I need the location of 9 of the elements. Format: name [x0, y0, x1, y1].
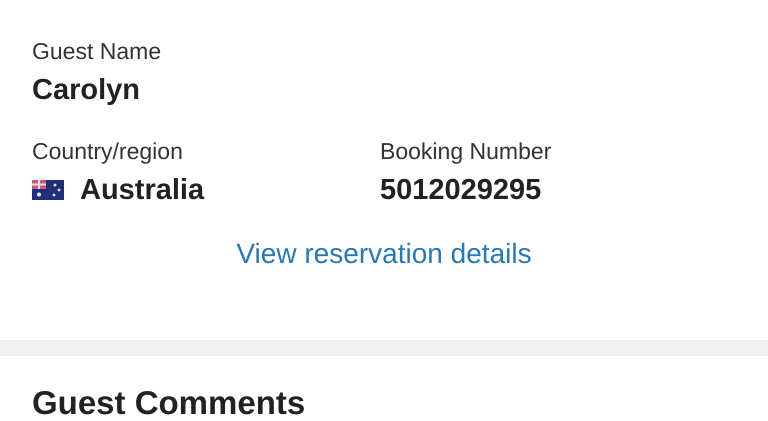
field-label: Booking Number [380, 137, 552, 166]
guest-name: Carolyn [32, 73, 141, 108]
field-label: Country/region [32, 137, 184, 166]
reservation-details-link[interactable]: View reservation details [236, 238, 532, 269]
section-heading: Guest Comments [31, 386, 306, 420]
flag-icon [32, 180, 64, 200]
field-label: Guest Name [32, 37, 162, 66]
booking-number: 5012029295 [380, 173, 542, 208]
country-name: Australia [80, 173, 204, 208]
